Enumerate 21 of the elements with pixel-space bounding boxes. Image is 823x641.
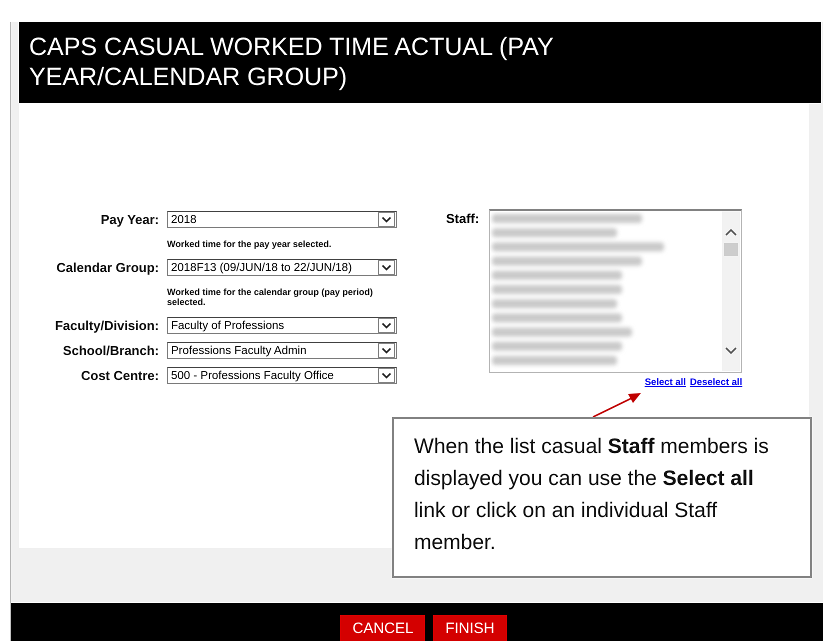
- dialog-button[interactable]: FINISH: [433, 615, 507, 641]
- dialog-title: CAPS CASUAL WORKED TIME ACTUAL (PAY YEAR/CALENDAR GROUP): [19, 22, 821, 103]
- pointer-arrow: [590, 390, 644, 420]
- dropdown[interactable]: 500 - Professions Faculty Office: [167, 367, 397, 384]
- dropdown[interactable]: 2018F13 (09/JUN/18 to 22/JUN/18): [167, 259, 397, 276]
- dropdown[interactable]: 2018: [167, 211, 397, 228]
- field-label: Pay Year:: [100, 212, 159, 227]
- field-label: Cost Centre:: [80, 368, 159, 383]
- link[interactable]: Select all: [644, 377, 686, 388]
- dropdown[interactable]: Faculty of Professions: [167, 317, 397, 334]
- field-label: School/Branch:: [62, 343, 159, 358]
- field-label: Faculty/Division:: [54, 318, 159, 333]
- field-hint: Worked time for the calendar group (pay period) selected.: [167, 287, 374, 307]
- field-label: Calendar Group:: [55, 260, 159, 275]
- field-label: Staff:: [446, 211, 480, 226]
- field-hint: Worked time for the pay year selected.: [167, 239, 332, 249]
- scrollbar[interactable]: [722, 211, 740, 371]
- dropdown[interactable]: Professions Faculty Admin: [167, 342, 397, 359]
- callout-note: When the list casual Staff members is displayed you can use the Select all link or click on an individual Staff member.: [392, 417, 812, 578]
- link[interactable]: Deselect all: [690, 377, 742, 388]
- dialog-button[interactable]: CANCEL: [340, 615, 426, 641]
